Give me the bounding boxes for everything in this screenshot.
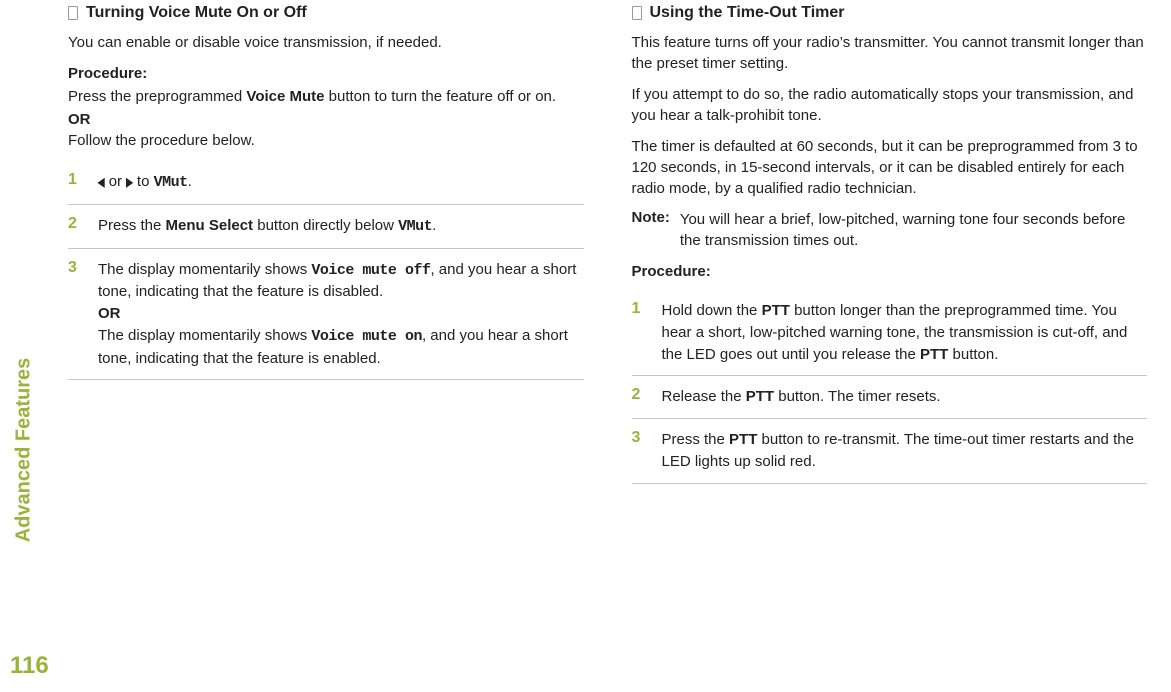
section-title-right: Using the Time-Out Timer xyxy=(650,4,845,22)
step-row: 3 The display momentarily shows Voice mu… xyxy=(68,249,584,381)
text: button. The timer resets. xyxy=(774,388,940,405)
procedure-label-right: Procedure: xyxy=(632,261,1148,282)
text: Release the xyxy=(662,388,746,405)
step-row: 3 Press the PTT button to re-transmit. T… xyxy=(632,419,1148,484)
text: . xyxy=(432,217,436,234)
step-number: 1 xyxy=(68,171,86,194)
steps-left: 1 ◂ or ▸ to VMut. 2 Press the Menu Selec… xyxy=(68,161,584,380)
intro-left: You can enable or disable voice transmis… xyxy=(68,32,584,53)
p3-right: The timer is defaulted at 60 seconds, bu… xyxy=(632,136,1148,199)
note-row: Note: You will hear a brief, low-pitched… xyxy=(632,209,1148,251)
text: button to turn the feature off or on. xyxy=(325,88,557,105)
text: to xyxy=(133,173,154,190)
text: The display momentarily shows xyxy=(98,261,311,278)
page-body: Turning Voice Mute On or Off You can ena… xyxy=(0,0,1171,692)
step-body: Release the PTT button. The timer resets… xyxy=(662,386,1148,408)
text: The display momentarily shows xyxy=(98,327,311,344)
ptt-bold: PTT xyxy=(762,302,790,319)
or-label: OR xyxy=(68,109,584,130)
ptt-bold: PTT xyxy=(746,388,774,405)
text: button directly below xyxy=(253,217,398,234)
note-body: You will hear a brief, low-pitched, warn… xyxy=(680,209,1147,251)
ptt-bold: PTT xyxy=(729,431,757,448)
procedure-label-left: Procedure: xyxy=(68,63,584,84)
step-number: 2 xyxy=(632,386,650,408)
page-number: 116 xyxy=(10,652,49,680)
voice-mute-on-mono: Voice mute on xyxy=(311,328,422,345)
text: Press the xyxy=(98,217,166,234)
step-number: 3 xyxy=(68,259,86,370)
text: button. xyxy=(948,346,998,363)
ptt-bold: PTT xyxy=(920,346,948,363)
step-body: Press the PTT button to re-transmit. The… xyxy=(662,429,1148,473)
right-column: Using the Time-Out Timer This feature tu… xyxy=(632,0,1148,692)
sidebar: Advanced Features 116 xyxy=(0,0,48,692)
voice-mute-bold: Voice Mute xyxy=(246,88,324,105)
text: Press the preprogrammed xyxy=(68,88,246,105)
section-title-left: Turning Voice Mute On or Off xyxy=(86,4,307,22)
vmut-mono: VMut xyxy=(398,218,432,235)
bookmark-icon xyxy=(68,6,78,20)
step-number: 2 xyxy=(68,215,86,238)
p2-right: If you attempt to do so, the radio autom… xyxy=(632,84,1148,126)
step-number: 3 xyxy=(632,429,650,473)
procedure-line-1: Press the preprogrammed Voice Mute butto… xyxy=(68,86,584,107)
text: Hold down the xyxy=(662,302,762,319)
step-body: ◂ or ▸ to VMut. xyxy=(98,171,584,194)
vmut-mono: VMut xyxy=(154,174,188,191)
step-number: 1 xyxy=(632,300,650,365)
or-bold: OR xyxy=(98,305,121,322)
step-row: 2 Release the PTT button. The timer rese… xyxy=(632,376,1148,419)
steps-right: 1 Hold down the PTT button longer than t… xyxy=(632,290,1148,484)
section-heading-right: Using the Time-Out Timer xyxy=(632,4,1148,22)
note-label: Note: xyxy=(632,209,670,251)
step-body: The display momentarily shows Voice mute… xyxy=(98,259,584,370)
text: . xyxy=(188,173,192,190)
section-heading-left: Turning Voice Mute On or Off xyxy=(68,4,584,22)
procedure-line-2: Follow the procedure below. xyxy=(68,130,584,151)
step-row: 2 Press the Menu Select button directly … xyxy=(68,205,584,249)
text: Press the xyxy=(662,431,730,448)
voice-mute-off-mono: Voice mute off xyxy=(311,262,430,279)
step-body: Press the Menu Select button directly be… xyxy=(98,215,584,238)
step-body: Hold down the PTT button longer than the… xyxy=(662,300,1148,365)
p1-right: This feature turns off your radio’s tran… xyxy=(632,32,1148,74)
left-column: Turning Voice Mute On or Off You can ena… xyxy=(68,0,584,692)
step-row: 1 ◂ or ▸ to VMut. xyxy=(68,161,584,205)
text: or xyxy=(105,173,127,190)
bookmark-icon xyxy=(632,6,642,20)
menu-select-bold: Menu Select xyxy=(166,217,254,234)
section-label: Advanced Features xyxy=(13,358,36,543)
step-row: 1 Hold down the PTT button longer than t… xyxy=(632,290,1148,376)
